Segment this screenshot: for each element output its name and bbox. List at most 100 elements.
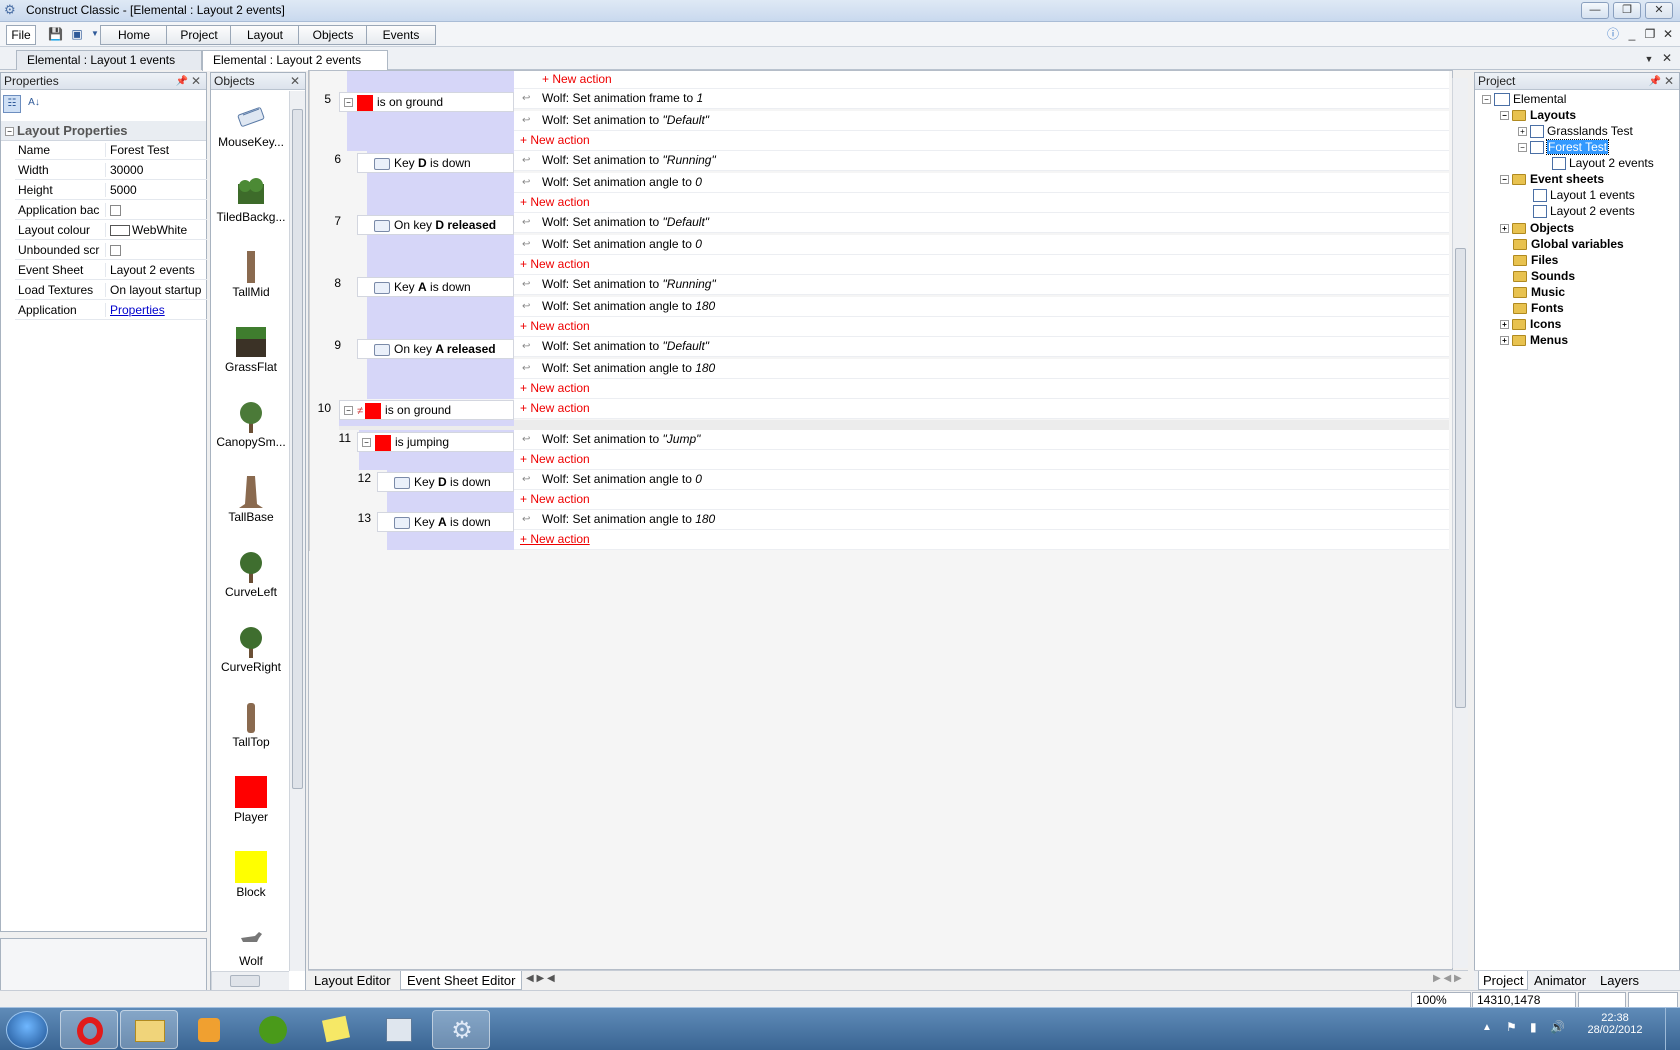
prop-row-layout-colour[interactable]: Layout colour WebWhite xyxy=(15,221,207,240)
expand-icon[interactable]: + xyxy=(1518,127,1527,137)
event-sheet-vscrollbar[interactable] xyxy=(1452,78,1468,968)
objects-hscrollbar[interactable] xyxy=(211,971,289,991)
tab-layout[interactable]: Layout xyxy=(230,25,300,45)
taskbar-explorer[interactable] xyxy=(120,1010,178,1049)
objects-vscrollbar[interactable] xyxy=(289,91,305,971)
unbounded-scroll-checkbox[interactable] xyxy=(110,245,121,257)
mdi-restore-icon[interactable]: ❐ xyxy=(1643,27,1657,41)
action-row[interactable]: ↩ Wolf: Set animation to "Default" xyxy=(514,213,1449,233)
new-action-link[interactable]: + New action xyxy=(514,399,1449,419)
prop-row-application[interactable]: Application Properties xyxy=(15,301,207,320)
new-action-link[interactable]: + New action xyxy=(514,379,1449,399)
tab-animator[interactable]: Animator xyxy=(1534,973,1586,988)
tab-layers[interactable]: Layers xyxy=(1600,973,1639,988)
event-7-condition[interactable]: On key D released xyxy=(357,215,514,235)
start-button[interactable] xyxy=(6,1011,48,1049)
object-tallmid[interactable]: TallMid xyxy=(211,245,291,315)
tree-root[interactable]: − Elemental xyxy=(1482,92,1566,107)
prop-row-unbounded-scrolling[interactable]: Unbounded scr xyxy=(15,241,207,260)
new-action-link[interactable]: + New action xyxy=(514,71,1449,89)
event-13-condition[interactable]: Key A is down xyxy=(377,512,514,532)
tab-events[interactable]: Events xyxy=(366,25,436,45)
prop-value[interactable]: 5000 xyxy=(105,183,205,197)
expand-icon[interactable]: + xyxy=(1500,224,1509,234)
tab-project[interactable]: Project xyxy=(166,25,232,45)
action-row[interactable]: ↩ Wolf: Set animation angle to 180 xyxy=(514,359,1449,379)
tree-layout-forest[interactable]: − Forest Test xyxy=(1518,139,1610,155)
tree-layouts[interactable]: − Layouts xyxy=(1500,108,1576,123)
new-action-link[interactable]: + New action xyxy=(514,530,1449,550)
action-row[interactable]: ↩ Wolf: Set animation to "Default" xyxy=(514,111,1449,131)
action-row[interactable]: ↩ Wolf: Set animation to "Jump" xyxy=(514,430,1449,450)
colour-swatch[interactable] xyxy=(110,225,130,237)
object-canopysmall[interactable]: CanopySm... xyxy=(211,395,291,465)
prop-value[interactable]: Layout 2 events xyxy=(105,263,205,277)
collapse-icon[interactable]: − xyxy=(344,406,353,416)
tree-menus[interactable]: + Menus xyxy=(1500,333,1568,348)
collapse-icon[interactable]: − xyxy=(1500,111,1509,121)
object-talltop[interactable]: TallTop xyxy=(211,695,291,765)
action-row[interactable]: ↩ Wolf: Set animation angle to 180 xyxy=(514,510,1449,530)
collapse-icon[interactable]: − xyxy=(344,98,353,108)
close-button[interactable]: ✕ xyxy=(1645,2,1673,19)
expand-icon[interactable]: + xyxy=(1500,336,1509,346)
new-action-link[interactable]: + New action xyxy=(514,490,1449,510)
tree-layout-grasslands[interactable]: + Grasslands Test xyxy=(1518,124,1633,139)
run-icon[interactable]: ▣ xyxy=(70,27,84,41)
object-block[interactable]: Block xyxy=(211,845,291,915)
action-row[interactable]: ↩ Wolf: Set animation angle to 0 xyxy=(514,235,1449,255)
prop-value[interactable] xyxy=(105,203,205,217)
tree-fonts[interactable]: Fonts xyxy=(1513,301,1564,316)
mdi-minimize-icon[interactable]: _ xyxy=(1625,27,1639,41)
tree-icons[interactable]: + Icons xyxy=(1500,317,1561,332)
new-action-link[interactable]: + New action xyxy=(514,131,1449,151)
prop-row-app-background[interactable]: Application bac xyxy=(15,201,207,220)
taskbar-spotify[interactable] xyxy=(244,1010,302,1049)
tree-music[interactable]: Music xyxy=(1513,285,1565,300)
tab-event-sheet-editor[interactable]: Event Sheet Editor xyxy=(400,971,523,990)
application-properties-link[interactable]: Properties xyxy=(105,303,205,317)
event-10-condition[interactable]: − ≠ is on ground xyxy=(339,400,514,420)
tree-event-sheets[interactable]: − Event sheets xyxy=(1500,172,1604,187)
close-icon[interactable]: ✕ xyxy=(1664,73,1674,89)
scrollbar-thumb[interactable] xyxy=(1455,248,1466,708)
object-wolf[interactable]: Wolf xyxy=(211,914,291,974)
object-mousekeyboard[interactable]: MouseKey... xyxy=(211,95,291,165)
action-row[interactable]: ↩ Wolf: Set animation angle to 180 xyxy=(514,297,1449,317)
tree-global-variables[interactable]: Global variables xyxy=(1513,237,1624,252)
prop-value[interactable]: On layout startup xyxy=(105,283,205,297)
prop-value[interactable]: 30000 xyxy=(105,163,205,177)
info-icon[interactable]: ⓘ xyxy=(1606,27,1620,41)
layout-properties-section[interactable]: − Layout Properties xyxy=(1,121,206,141)
scrollbar-thumb[interactable] xyxy=(292,109,303,789)
object-player[interactable]: Player xyxy=(211,770,291,840)
flag-icon[interactable]: ⚑ xyxy=(1506,1020,1517,1034)
tab-project[interactable]: Project xyxy=(1478,971,1529,990)
action-row[interactable]: ↩ Wolf: Set animation to "Running" xyxy=(514,151,1449,171)
taskbar-sticky-notes[interactable] xyxy=(308,1010,366,1049)
new-action-link[interactable]: + New action xyxy=(514,255,1449,275)
action-row[interactable]: ↩ Wolf: Set animation frame to 1 xyxy=(514,89,1449,109)
show-hidden-icons[interactable]: ▲ xyxy=(1482,1022,1492,1033)
doc-tab-layout2[interactable]: Elemental : Layout 2 events xyxy=(202,50,388,71)
app-background-checkbox[interactable] xyxy=(110,205,121,217)
event-8-condition[interactable]: Key A is down xyxy=(357,277,514,297)
scrollbar-thumb[interactable] xyxy=(230,975,260,987)
expand-icon[interactable]: + xyxy=(1500,320,1509,330)
prop-value[interactable]: WebWhite xyxy=(105,223,205,237)
tree-event-sheet-1[interactable]: Layout 1 events xyxy=(1533,188,1635,203)
tree-event-sheet-2[interactable]: Layout 2 events xyxy=(1533,204,1635,219)
new-action-link[interactable]: + New action xyxy=(514,450,1449,470)
restore-button[interactable]: ❐ xyxy=(1613,2,1641,19)
object-curveright[interactable]: CurveRight xyxy=(211,620,291,690)
prop-value[interactable] xyxy=(105,243,205,257)
prop-row-name[interactable]: Name Forest Test xyxy=(15,141,207,160)
network-icon[interactable]: ▮ xyxy=(1530,1020,1537,1034)
prop-row-event-sheet[interactable]: Event Sheet Layout 2 events xyxy=(15,261,207,280)
collapse-icon[interactable]: − xyxy=(1518,143,1527,153)
event-9-condition[interactable]: On key A released xyxy=(357,339,514,359)
prop-row-load-textures[interactable]: Load Textures On layout startup xyxy=(15,281,207,300)
event-sheet-editor[interactable]: + New action 5 − is on ground ↩ Wolf: Set … xyxy=(308,70,1453,970)
minimize-button[interactable]: — xyxy=(1581,2,1609,19)
file-menu-button[interactable]: File xyxy=(6,25,36,45)
